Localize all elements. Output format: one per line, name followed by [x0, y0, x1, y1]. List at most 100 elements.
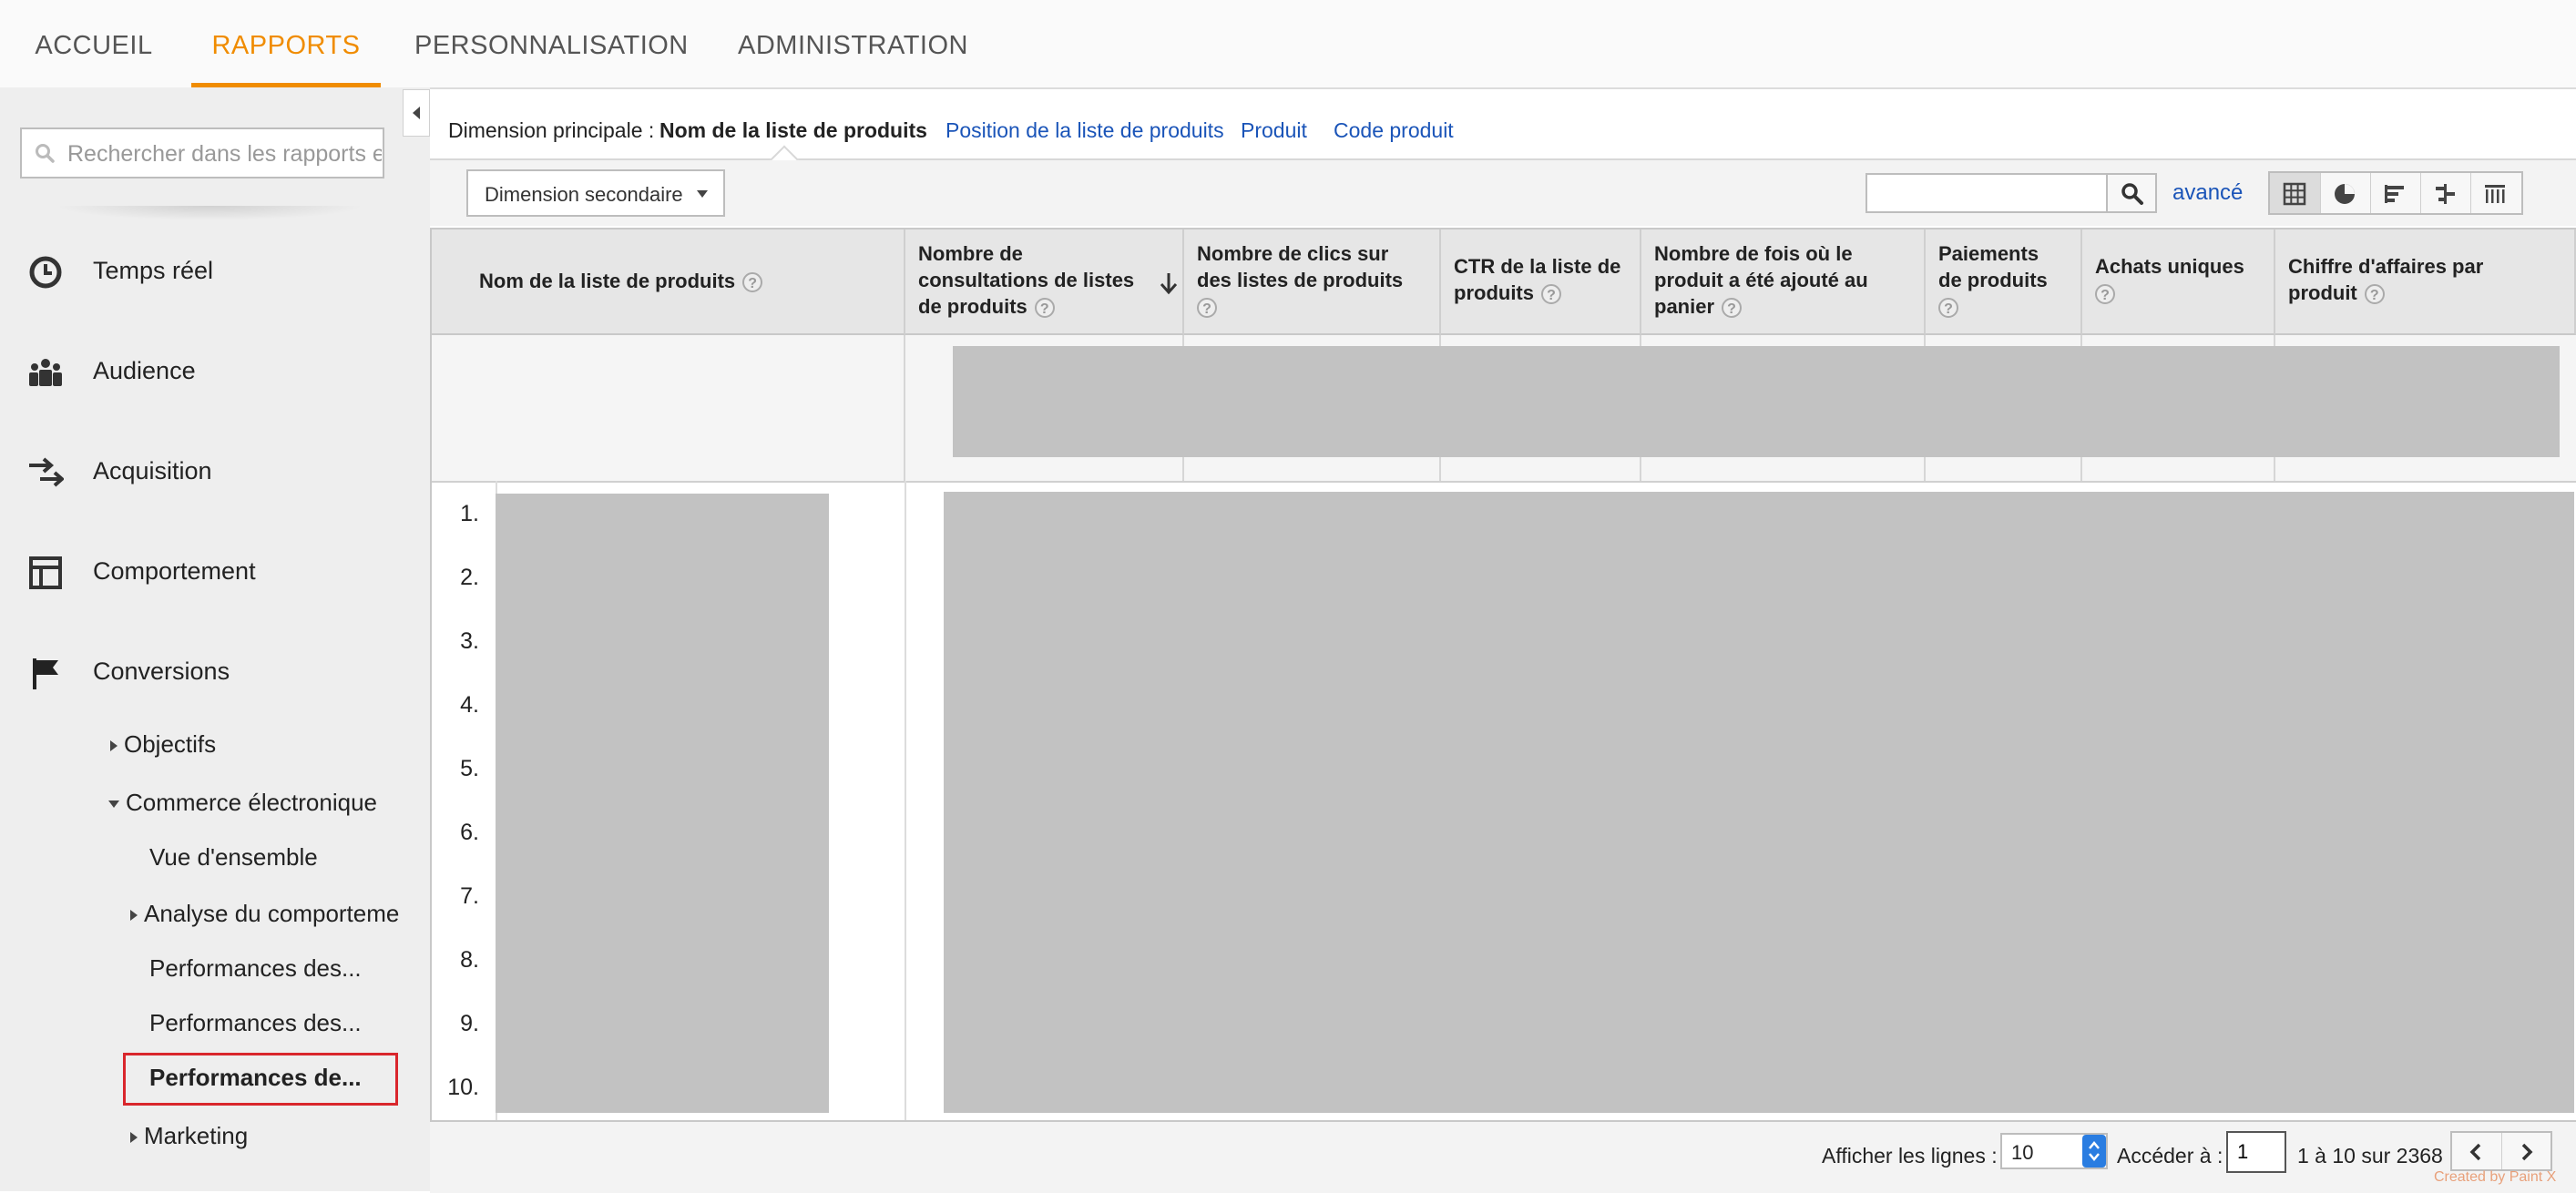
header-line: Nombre de	[918, 242, 1023, 265]
help-icon[interactable]: ?	[2095, 284, 2115, 305]
header-line: consultations de listes	[918, 269, 1135, 291]
bar-chart-icon	[2385, 185, 2404, 203]
header-achats-uniques[interactable]: Achats uniques ?	[2082, 229, 2275, 335]
tab-personnalisation[interactable]: PERSONNALISATION	[414, 0, 688, 87]
help-icon[interactable]: ?	[1034, 298, 1055, 319]
dimension-link-produit[interactable]: Produit	[1241, 118, 1307, 143]
view-pie-button[interactable]	[2320, 173, 2371, 213]
header-nom-liste[interactable]: Nom de la liste de produits?	[432, 229, 905, 335]
header-paiements[interactable]: Paiements de produits ?	[1926, 229, 2082, 335]
previous-page-button[interactable]	[2452, 1133, 2502, 1169]
help-icon[interactable]: ?	[742, 272, 763, 293]
header-line: produit a été ajouté au	[1654, 269, 1868, 291]
highlight-box	[123, 1053, 398, 1106]
row-number: 9.	[460, 1011, 479, 1036]
sidebar-sub-performances-2[interactable]: Performances des...	[149, 1009, 362, 1037]
sidebar-sub-analyse[interactable]: Analyse du comporteme	[129, 900, 399, 928]
pagination-controls	[2450, 1131, 2552, 1171]
row-number: 3.	[460, 628, 479, 654]
collapse-sidebar-button[interactable]	[403, 89, 430, 137]
sidebar: Temps réel Audience Acquisition Comporte…	[0, 87, 430, 1191]
help-icon[interactable]: ?	[1197, 298, 1217, 319]
caret-right-icon	[110, 740, 118, 752]
redacted-block	[496, 494, 829, 1113]
table-search-input[interactable]	[1866, 173, 2108, 213]
advanced-filter-link[interactable]: avancé	[2172, 180, 2243, 206]
sidebar-sub-label: Analyse du comporteme	[144, 900, 400, 927]
row-number: 5.	[460, 756, 479, 781]
header-ajoute-panier[interactable]: Nombre de fois où le produit a été ajout…	[1641, 229, 1926, 335]
next-page-button[interactable]	[2503, 1133, 2552, 1169]
people-icon	[29, 359, 62, 386]
tab-accueil[interactable]: ACCUEIL	[26, 0, 162, 87]
sidebar-sub-label: Commerce électronique	[126, 789, 378, 816]
sidebar-item-conversions[interactable]: Conversions	[0, 639, 430, 703]
header-line: CTR de la liste de	[1454, 255, 1621, 278]
help-icon[interactable]: ?	[1541, 284, 1561, 305]
chevron-down-icon	[697, 190, 708, 198]
chevron-left-icon	[2469, 1143, 2481, 1161]
secondary-dimension-dropdown[interactable]: Dimension secondaire	[466, 169, 725, 217]
column-divider	[905, 481, 906, 1122]
sidebar-sub-performances-1[interactable]: Performances des...	[149, 954, 362, 983]
sidebar-item-comportement[interactable]: Comportement	[0, 539, 430, 603]
sort-descending-icon[interactable]	[1159, 271, 1179, 295]
chevron-left-icon	[413, 107, 420, 119]
tab-rapports[interactable]: RAPPORTS	[191, 0, 381, 87]
header-clics[interactable]: Nombre de clics sur des listes de produi…	[1184, 229, 1441, 335]
stepper-icon	[2082, 1135, 2106, 1168]
dimension-link-position[interactable]: Position de la liste de produits	[946, 118, 1224, 143]
data-table: Nom de la liste de produits? Nombre de c…	[430, 228, 2576, 1122]
sidebar-sub-marketing[interactable]: Marketing	[129, 1122, 248, 1150]
rows-per-page-select[interactable]: 10	[2000, 1133, 2108, 1169]
report-search-box[interactable]	[20, 127, 384, 178]
header-line: produits	[1454, 281, 1534, 304]
header-chiffre-affaires[interactable]: Chiffre d'affaires par produit?	[2275, 229, 2576, 335]
report-search-input[interactable]	[66, 137, 383, 171]
sidebar-item-audience[interactable]: Audience	[0, 339, 430, 403]
header-line: Achats uniques	[2095, 255, 2244, 278]
watermark: Created by Paint X	[2434, 1169, 2557, 1185]
help-icon[interactable]: ?	[2364, 284, 2385, 305]
sidebar-sub-label: Marketing	[144, 1122, 249, 1149]
view-switcher	[2268, 171, 2523, 215]
help-icon[interactable]: ?	[1938, 298, 1958, 319]
view-performance-button[interactable]	[2370, 173, 2421, 213]
sidebar-sub-vue-ensemble[interactable]: Vue d'ensemble	[149, 843, 318, 872]
dimension-link-code-produit[interactable]: Code produit	[1334, 118, 1454, 143]
pie-chart-icon	[2335, 184, 2355, 204]
sidebar-item-label: Comportement	[93, 557, 256, 585]
table-search-button[interactable]	[2106, 173, 2157, 213]
header-line: de produits	[1938, 269, 2048, 291]
tab-administration[interactable]: ADMINISTRATION	[738, 0, 967, 87]
divider	[55, 206, 364, 220]
view-table-button[interactable]	[2270, 173, 2321, 213]
row-number: 7.	[460, 883, 479, 909]
header-line: Nombre de clics sur	[1197, 242, 1389, 265]
caret-right-icon	[130, 1132, 138, 1144]
top-navigation: ACCUEIL RAPPORTS PERSONNALISATION ADMINI…	[0, 0, 2576, 89]
row-number: 8.	[460, 947, 479, 973]
redacted-block	[953, 346, 2560, 457]
help-icon[interactable]: ?	[1722, 298, 1743, 319]
sidebar-item-acquisition[interactable]: Acquisition	[0, 439, 430, 503]
header-line: Paiements	[1938, 242, 2039, 265]
view-comparison-button[interactable]	[2420, 173, 2471, 213]
primary-dimension-current: Nom de la liste de produits	[659, 118, 927, 142]
header-consultations[interactable]: Nombre de consultations de listes de pro…	[905, 229, 1184, 335]
row-number: 6.	[460, 820, 479, 845]
table-footer: Afficher les lignes : 10 Accéder à : 1 à…	[430, 1120, 2576, 1193]
row-number: 1.	[460, 501, 479, 526]
header-ctr[interactable]: CTR de la liste de produits?	[1441, 229, 1641, 335]
header-line: Chiffre d'affaires par	[2288, 255, 2484, 278]
row-number: 4.	[460, 692, 479, 718]
sidebar-sub-commerce[interactable]: Commerce électronique	[107, 789, 377, 817]
view-pivot-button[interactable]	[2470, 173, 2520, 213]
caret-right-icon	[130, 910, 138, 922]
sidebar-item-temps-reel[interactable]: Temps réel	[0, 239, 430, 302]
goto-page-input[interactable]	[2226, 1131, 2286, 1173]
summary-cell	[432, 335, 905, 481]
sidebar-item-label: Conversions	[93, 658, 230, 685]
redacted-block	[944, 492, 2574, 1113]
sidebar-sub-objectifs[interactable]: Objectifs	[109, 730, 216, 759]
